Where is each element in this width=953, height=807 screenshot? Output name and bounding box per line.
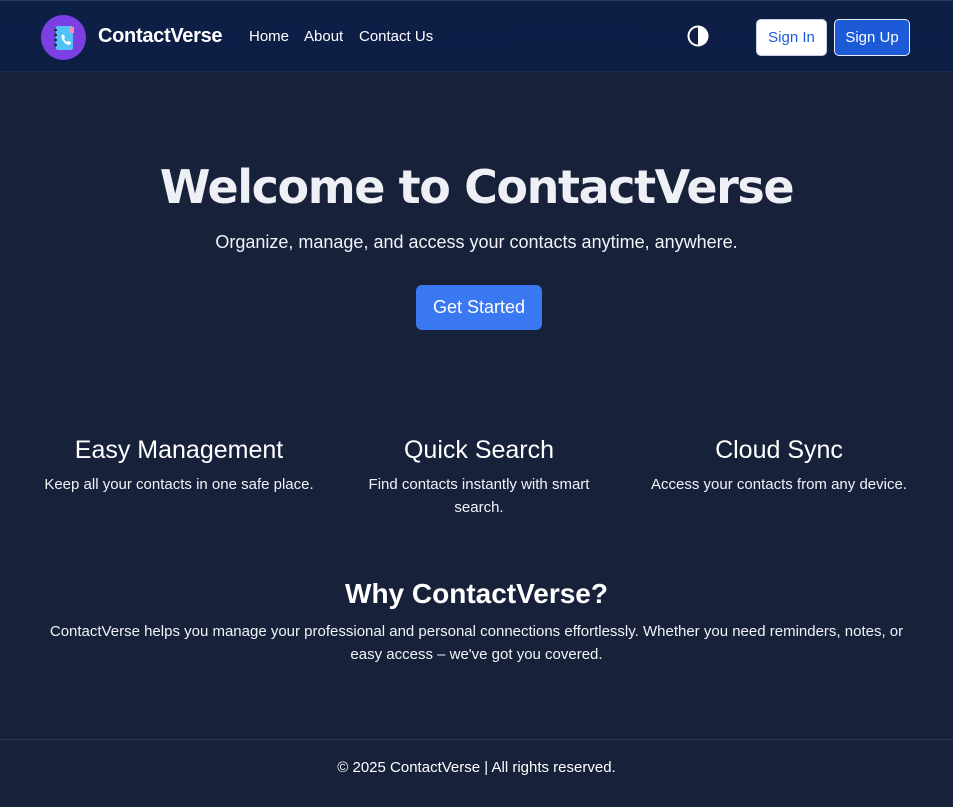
footer: © 2025 ContactVerse | All rights reserve… bbox=[0, 739, 953, 807]
feature-easy-management: Easy Management Keep all your contacts i… bbox=[29, 436, 329, 496]
feature-cloud-sync: Cloud Sync Access your contacts from any… bbox=[629, 436, 929, 496]
feature-quick-search: Quick Search Find contacts instantly wit… bbox=[329, 436, 629, 519]
logo[interactable] bbox=[41, 15, 86, 60]
brand-name[interactable]: ContactVerse bbox=[98, 25, 223, 48]
feature-text: Find contacts instantly with smart searc… bbox=[368, 476, 590, 516]
hero-title: Welcome to ContactVerse bbox=[159, 160, 795, 214]
feature-title: Cloud Sync bbox=[715, 436, 843, 464]
hero-subtitle: Organize, manage, and access your contac… bbox=[215, 232, 738, 252]
sign-up-button[interactable]: Sign Up bbox=[834, 19, 910, 56]
get-started-button[interactable]: Get Started bbox=[416, 285, 542, 330]
why-text: ContactVerse helps you manage your profe… bbox=[49, 623, 904, 663]
navbar: ContactVerse Home About Contact Us Sign … bbox=[0, 0, 953, 72]
contact-book-icon bbox=[53, 25, 74, 50]
feature-title: Quick Search bbox=[403, 436, 555, 464]
sign-in-button[interactable]: Sign In bbox=[756, 19, 827, 56]
theme-toggle-button[interactable] bbox=[687, 25, 709, 47]
feature-text: Access your contacts from any device. bbox=[651, 476, 907, 493]
contrast-icon bbox=[687, 25, 709, 47]
nav-about[interactable]: About bbox=[304, 28, 343, 45]
nav-contact-us[interactable]: Contact Us bbox=[359, 28, 433, 45]
copyright-text: © 2025 ContactVerse | All rights reserve… bbox=[337, 759, 616, 776]
nav-home[interactable]: Home bbox=[249, 28, 289, 45]
feature-title: Easy Management bbox=[74, 436, 284, 464]
feature-text: Keep all your contacts in one safe place… bbox=[44, 476, 314, 493]
why-title: Why ContactVerse? bbox=[345, 578, 608, 609]
